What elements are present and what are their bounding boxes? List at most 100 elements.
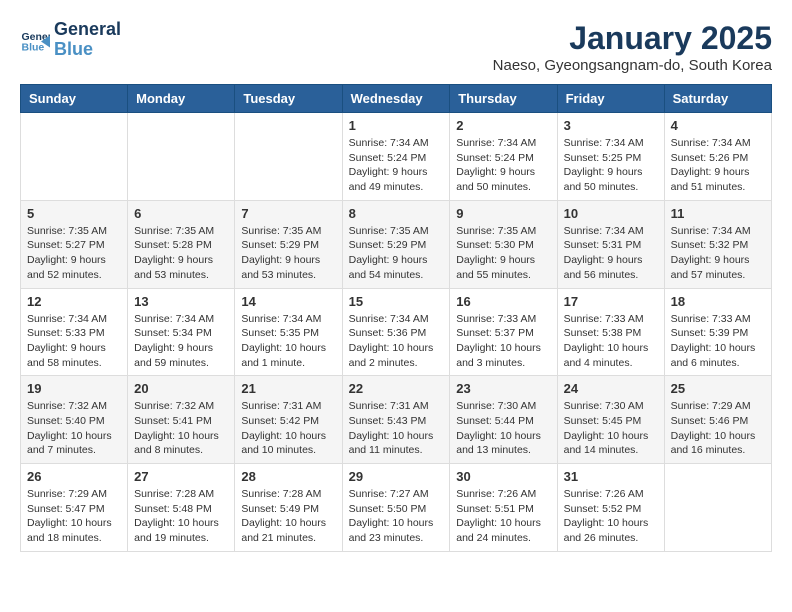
day-content: Sunrise: 7:28 AM Sunset: 5:49 PM Dayligh… [241,487,335,546]
calendar-cell: 6 Sunrise: 7:35 AM Sunset: 5:28 PM Daylig… [128,200,235,288]
day-number: 13 [134,294,228,309]
day-content: Sunrise: 7:34 AM Sunset: 5:24 PM Dayligh… [349,136,444,195]
day-content: Sunrise: 7:34 AM Sunset: 5:26 PM Dayligh… [671,136,765,195]
day-header-tuesday: Tuesday [235,85,342,113]
day-content: Sunrise: 7:31 AM Sunset: 5:42 PM Dayligh… [241,399,335,458]
day-content: Sunrise: 7:33 AM Sunset: 5:37 PM Dayligh… [456,312,550,371]
day-content: Sunrise: 7:26 AM Sunset: 5:51 PM Dayligh… [456,487,550,546]
day-number: 30 [456,469,550,484]
calendar-cell: 10 Sunrise: 7:34 AM Sunset: 5:31 PM Dayli… [557,200,664,288]
calendar-cell: 29Sunrise: 7:27 AM Sunset: 5:50 PM Dayli… [342,464,450,552]
day-number: 7 [241,206,335,221]
location-subtitle: Naeso, Gyeongsangnam-do, South Korea [493,57,772,74]
day-content: Sunrise: 7:29 AM Sunset: 5:47 PM Dayligh… [27,487,121,546]
calendar-cell: 2 Sunrise: 7:34 AM Sunset: 5:24 PM Daylig… [450,113,557,201]
calendar-cell: 21 Sunrise: 7:31 AM Sunset: 5:42 PM Dayli… [235,376,342,464]
day-content: Sunrise: 7:28 AM Sunset: 5:48 PM Dayligh… [134,487,228,546]
day-number: 8 [349,206,444,221]
day-number: 23 [456,381,550,396]
logo-text: General Blue [54,20,121,60]
day-content: Sunrise: 7:34 AM Sunset: 5:31 PM Dayligh… [564,224,658,283]
calendar-cell: 12 Sunrise: 7:34 AM Sunset: 5:33 PM Dayli… [21,288,128,376]
day-number: 18 [671,294,765,309]
day-number: 2 [456,118,550,133]
day-content: Sunrise: 7:34 AM Sunset: 5:34 PM Dayligh… [134,312,228,371]
day-header-thursday: Thursday [450,85,557,113]
month-title: January 2025 [493,20,772,57]
calendar-cell: 1Sunrise: 7:34 AM Sunset: 5:24 PM Daylig… [342,113,450,201]
day-number: 28 [241,469,335,484]
calendar-cell: 7 Sunrise: 7:35 AM Sunset: 5:29 PM Daylig… [235,200,342,288]
calendar-cell: 23 Sunrise: 7:30 AM Sunset: 5:44 PM Dayli… [450,376,557,464]
calendar-cell: 9 Sunrise: 7:35 AM Sunset: 5:30 PM Daylig… [450,200,557,288]
calendar-week-row: 12 Sunrise: 7:34 AM Sunset: 5:33 PM Dayli… [21,288,772,376]
calendar-cell: 14Sunrise: 7:34 AM Sunset: 5:35 PM Dayli… [235,288,342,376]
calendar-cell: 17Sunrise: 7:33 AM Sunset: 5:38 PM Dayli… [557,288,664,376]
day-content: Sunrise: 7:35 AM Sunset: 5:29 PM Dayligh… [241,224,335,283]
calendar-cell [235,113,342,201]
day-content: Sunrise: 7:30 AM Sunset: 5:45 PM Dayligh… [564,399,658,458]
day-number: 29 [349,469,444,484]
day-number: 31 [564,469,658,484]
day-content: Sunrise: 7:29 AM Sunset: 5:46 PM Dayligh… [671,399,765,458]
day-content: Sunrise: 7:32 AM Sunset: 5:41 PM Dayligh… [134,399,228,458]
day-number: 21 [241,381,335,396]
day-content: Sunrise: 7:33 AM Sunset: 5:39 PM Dayligh… [671,312,765,371]
day-number: 15 [349,294,444,309]
calendar-cell: 16 Sunrise: 7:33 AM Sunset: 5:37 PM Dayli… [450,288,557,376]
calendar-cell: 20Sunrise: 7:32 AM Sunset: 5:41 PM Dayli… [128,376,235,464]
calendar-cell: 24Sunrise: 7:30 AM Sunset: 5:45 PM Dayli… [557,376,664,464]
day-content: Sunrise: 7:35 AM Sunset: 5:30 PM Dayligh… [456,224,550,283]
day-header-monday: Monday [128,85,235,113]
day-content: Sunrise: 7:34 AM Sunset: 5:35 PM Dayligh… [241,312,335,371]
calendar-cell [21,113,128,201]
calendar-cell: 27 Sunrise: 7:28 AM Sunset: 5:48 PM Dayli… [128,464,235,552]
day-content: Sunrise: 7:35 AM Sunset: 5:28 PM Dayligh… [134,224,228,283]
day-number: 9 [456,206,550,221]
day-number: 25 [671,381,765,396]
day-number: 27 [134,469,228,484]
calendar-cell: 5Sunrise: 7:35 AM Sunset: 5:27 PM Daylig… [21,200,128,288]
calendar-cell [664,464,771,552]
day-header-sunday: Sunday [21,85,128,113]
calendar-week-row: 19 Sunrise: 7:32 AM Sunset: 5:40 PM Dayli… [21,376,772,464]
day-number: 17 [564,294,658,309]
calendar-cell: 30 Sunrise: 7:26 AM Sunset: 5:51 PM Dayli… [450,464,557,552]
calendar-cell: 25 Sunrise: 7:29 AM Sunset: 5:46 PM Dayli… [664,376,771,464]
day-content: Sunrise: 7:34 AM Sunset: 5:25 PM Dayligh… [564,136,658,195]
calendar-header-row: SundayMondayTuesdayWednesdayThursdayFrid… [21,85,772,113]
day-content: Sunrise: 7:34 AM Sunset: 5:32 PM Dayligh… [671,224,765,283]
day-number: 6 [134,206,228,221]
day-number: 10 [564,206,658,221]
day-content: Sunrise: 7:34 AM Sunset: 5:33 PM Dayligh… [27,312,121,371]
calendar-cell: 11 Sunrise: 7:34 AM Sunset: 5:32 PM Dayli… [664,200,771,288]
day-header-wednesday: Wednesday [342,85,450,113]
day-number: 4 [671,118,765,133]
day-content: Sunrise: 7:32 AM Sunset: 5:40 PM Dayligh… [27,399,121,458]
calendar-cell: 22Sunrise: 7:31 AM Sunset: 5:43 PM Dayli… [342,376,450,464]
calendar-cell: 18 Sunrise: 7:33 AM Sunset: 5:39 PM Dayli… [664,288,771,376]
calendar-cell: 31 Sunrise: 7:26 AM Sunset: 5:52 PM Dayli… [557,464,664,552]
day-content: Sunrise: 7:34 AM Sunset: 5:36 PM Dayligh… [349,312,444,371]
calendar-cell: 8 Sunrise: 7:35 AM Sunset: 5:29 PM Daylig… [342,200,450,288]
day-number: 19 [27,381,121,396]
calendar-week-row: 5Sunrise: 7:35 AM Sunset: 5:27 PM Daylig… [21,200,772,288]
day-header-saturday: Saturday [664,85,771,113]
page-header: General Blue General Blue January 2025 N… [20,20,772,74]
day-number: 12 [27,294,121,309]
title-block: January 2025 Naeso, Gyeongsangnam-do, So… [493,20,772,74]
calendar-cell: 4 Sunrise: 7:34 AM Sunset: 5:26 PM Daylig… [664,113,771,201]
day-content: Sunrise: 7:35 AM Sunset: 5:27 PM Dayligh… [27,224,121,283]
day-number: 26 [27,469,121,484]
day-content: Sunrise: 7:26 AM Sunset: 5:52 PM Dayligh… [564,487,658,546]
calendar-cell: 13 Sunrise: 7:34 AM Sunset: 5:34 PM Dayli… [128,288,235,376]
day-content: Sunrise: 7:30 AM Sunset: 5:44 PM Dayligh… [456,399,550,458]
svg-text:Blue: Blue [22,41,45,53]
day-content: Sunrise: 7:35 AM Sunset: 5:29 PM Dayligh… [349,224,444,283]
day-number: 16 [456,294,550,309]
day-number: 22 [349,381,444,396]
day-number: 11 [671,206,765,221]
calendar-cell: 3Sunrise: 7:34 AM Sunset: 5:25 PM Daylig… [557,113,664,201]
day-content: Sunrise: 7:34 AM Sunset: 5:24 PM Dayligh… [456,136,550,195]
logo-icon: General Blue [20,25,50,55]
